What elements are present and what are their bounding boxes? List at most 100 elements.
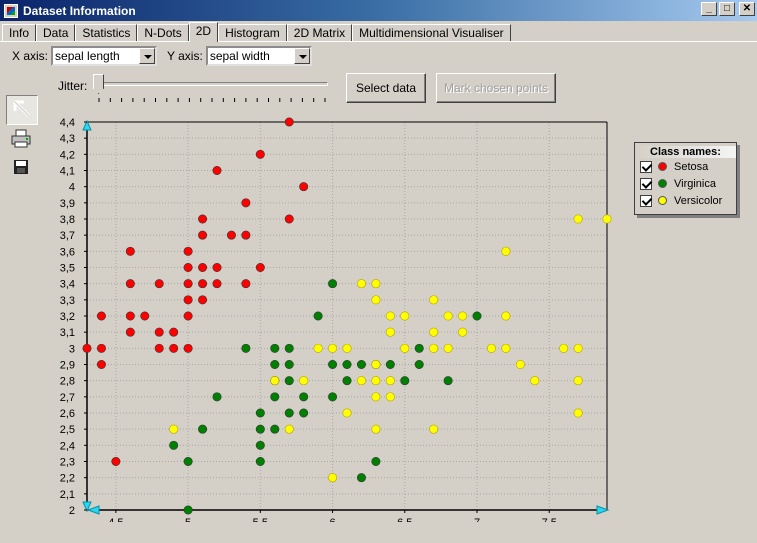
data-point[interactable] bbox=[96, 311, 106, 321]
data-point[interactable] bbox=[371, 295, 381, 305]
data-point[interactable] bbox=[270, 343, 280, 353]
data-point[interactable] bbox=[486, 343, 496, 353]
tab-data[interactable]: Data bbox=[36, 24, 76, 42]
data-point[interactable] bbox=[443, 311, 453, 321]
data-point[interactable] bbox=[443, 376, 453, 386]
data-point[interactable] bbox=[573, 408, 583, 418]
scatter-chart[interactable]: 2 2,1 2,2 2,3 2,4 2,5 2,6 2,7 2,8 2,9 3 3,1 3,2 3,3 3,… bbox=[46, 112, 626, 529]
data-point[interactable] bbox=[241, 198, 251, 208]
data-point[interactable] bbox=[255, 263, 265, 273]
chevron-down-icon[interactable] bbox=[293, 48, 310, 64]
data-point[interactable] bbox=[400, 311, 410, 321]
data-point[interactable] bbox=[385, 311, 395, 321]
data-point[interactable] bbox=[299, 376, 309, 386]
data-point[interactable] bbox=[169, 424, 179, 434]
tab-2d-matrix[interactable]: 2D Matrix bbox=[286, 24, 353, 42]
tab-multidimensional-visualiser[interactable]: Multidimensional Visualiser bbox=[352, 24, 511, 42]
legend-item-versicolor[interactable]: Versicolor bbox=[635, 192, 736, 209]
data-point[interactable] bbox=[284, 117, 294, 127]
chevron-down-icon[interactable] bbox=[139, 48, 156, 64]
data-point[interactable] bbox=[212, 279, 222, 289]
legend-item-setosa[interactable]: Setosa bbox=[635, 158, 736, 175]
data-point[interactable] bbox=[313, 343, 323, 353]
data-point[interactable] bbox=[241, 279, 251, 289]
data-point[interactable] bbox=[501, 311, 511, 321]
data-point[interactable] bbox=[356, 360, 366, 370]
data-point[interactable] bbox=[169, 440, 179, 450]
data-point[interactable] bbox=[501, 246, 511, 256]
data-point[interactable] bbox=[371, 456, 381, 466]
data-point[interactable] bbox=[299, 182, 309, 192]
data-point[interactable] bbox=[385, 376, 395, 386]
data-point[interactable] bbox=[198, 424, 208, 434]
data-point[interactable] bbox=[284, 214, 294, 224]
data-point[interactable] bbox=[284, 424, 294, 434]
data-point[interactable] bbox=[241, 343, 251, 353]
data-point[interactable] bbox=[169, 343, 179, 353]
data-point[interactable] bbox=[414, 360, 424, 370]
data-point[interactable] bbox=[154, 343, 164, 353]
data-point[interactable] bbox=[385, 392, 395, 402]
data-point[interactable] bbox=[443, 343, 453, 353]
mark-chosen-points-button[interactable]: Mark chosen points bbox=[436, 73, 556, 103]
data-point[interactable] bbox=[328, 392, 338, 402]
data-point[interactable] bbox=[472, 311, 482, 321]
data-point[interactable] bbox=[458, 327, 468, 337]
data-point[interactable] bbox=[226, 230, 236, 240]
print-button[interactable] bbox=[6, 125, 38, 155]
data-point[interactable] bbox=[328, 279, 338, 289]
data-point[interactable] bbox=[198, 279, 208, 289]
data-point[interactable] bbox=[342, 360, 352, 370]
data-point[interactable] bbox=[183, 295, 193, 305]
data-point[interactable] bbox=[183, 456, 193, 466]
data-point[interactable] bbox=[371, 392, 381, 402]
tab-statistics[interactable]: Statistics bbox=[75, 24, 138, 42]
data-point[interactable] bbox=[559, 343, 569, 353]
data-point[interactable] bbox=[356, 279, 366, 289]
data-point[interactable] bbox=[183, 263, 193, 273]
checkbox-icon[interactable] bbox=[640, 194, 652, 207]
data-point[interactable] bbox=[270, 424, 280, 434]
y-axis-select[interactable]: sepal width bbox=[205, 46, 312, 66]
data-point[interactable] bbox=[125, 311, 135, 321]
data-point[interactable] bbox=[328, 343, 338, 353]
data-point[interactable] bbox=[429, 424, 439, 434]
tab-histogram[interactable]: Histogram bbox=[218, 24, 287, 42]
data-point[interactable] bbox=[255, 456, 265, 466]
data-point[interactable] bbox=[183, 505, 193, 515]
data-point[interactable] bbox=[270, 360, 280, 370]
data-point[interactable] bbox=[371, 376, 381, 386]
data-point[interactable] bbox=[458, 311, 468, 321]
data-point[interactable] bbox=[371, 360, 381, 370]
data-point[interactable] bbox=[356, 473, 366, 483]
data-point[interactable] bbox=[385, 360, 395, 370]
data-point[interactable] bbox=[198, 295, 208, 305]
data-point[interactable] bbox=[154, 327, 164, 337]
close-button[interactable]: ✕ bbox=[739, 2, 755, 16]
data-point[interactable] bbox=[602, 214, 612, 224]
checkbox-icon[interactable] bbox=[640, 160, 652, 173]
data-point[interactable] bbox=[212, 165, 222, 175]
data-point[interactable] bbox=[284, 376, 294, 386]
maximize-button[interactable]: □ bbox=[719, 2, 735, 16]
minimize-button[interactable]: _ bbox=[701, 2, 717, 16]
data-point[interactable] bbox=[429, 343, 439, 353]
data-point[interactable] bbox=[198, 263, 208, 273]
data-point[interactable] bbox=[573, 376, 583, 386]
data-point[interactable] bbox=[573, 343, 583, 353]
data-point[interactable] bbox=[183, 343, 193, 353]
pointer-tool-button[interactable] bbox=[6, 95, 38, 125]
data-point[interactable] bbox=[371, 424, 381, 434]
data-point[interactable] bbox=[530, 376, 540, 386]
jitter-slider-thumb[interactable] bbox=[93, 74, 104, 94]
data-point[interactable] bbox=[255, 149, 265, 159]
data-point[interactable] bbox=[198, 230, 208, 240]
data-point[interactable] bbox=[169, 327, 179, 337]
data-point[interactable] bbox=[342, 376, 352, 386]
data-point[interactable] bbox=[183, 279, 193, 289]
data-point[interactable] bbox=[125, 246, 135, 256]
data-point[interactable] bbox=[125, 279, 135, 289]
data-point[interactable] bbox=[328, 360, 338, 370]
data-point[interactable] bbox=[328, 473, 338, 483]
data-point[interactable] bbox=[400, 343, 410, 353]
